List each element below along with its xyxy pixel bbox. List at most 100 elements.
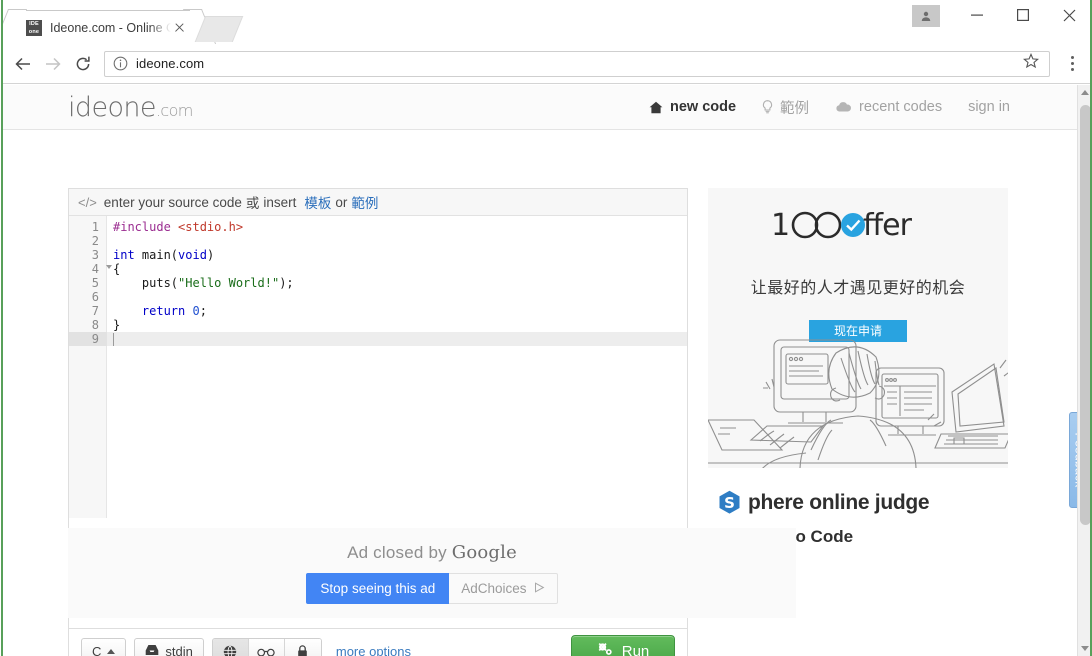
code-line: return 0; [113,304,207,318]
offer-tagline: 让最好的人才遇见更好的机会 [750,280,966,297]
page-viewport: ideone.com new code 範例 recent codes sign… [0,85,1092,656]
window-left-border-inner [0,0,1,656]
more-options-link[interactable]: more options [336,644,411,656]
scroll-up-arrow[interactable] [1081,90,1089,95]
address-bar[interactable]: ideone.com [104,50,1050,77]
code-token: #include [113,220,179,234]
code-token: <stdio.h> [178,220,244,234]
code-token: main( [134,248,179,262]
insert-template-link[interactable]: 模板 [304,192,331,212]
visibility-toggle-group [211,637,322,656]
browser-window: IDE one Ideone.com - Online C ideone.com… [0,0,1092,656]
svg-text:S: S [724,494,735,512]
logo-text: ideone [68,91,157,123]
ad-closed-buttons: Stop seeing this ad AdChoices [306,573,558,604]
code-token: void [178,248,207,262]
favicon-line-1: IDE [29,20,39,27]
stop-seeing-ad-button[interactable]: Stop seeing this ad [306,573,450,604]
code-token: ); [279,276,294,290]
ad-100offer[interactable]: 1 ffer 让最好的人才遇见更好的机会 现在申请 [708,188,1008,468]
site-header: ideone.com new code 範例 recent codes sign… [0,85,1092,130]
code-token: { [113,262,121,276]
window-close-button[interactable] [1046,0,1092,30]
tab-strip: IDE one Ideone.com - Online C [0,9,244,44]
code-line: } [113,318,120,332]
code-token: 0 [192,304,200,318]
text-caret [113,333,114,346]
forward-button[interactable] [38,49,68,79]
adchoices-triangle-icon [534,581,545,596]
editor-header-text-2: 或 [245,196,260,211]
code-line: #include <stdio.h> [113,220,243,234]
tab-title: Ideone.com - Online C [50,20,171,35]
site-logo[interactable]: ideone.com [68,94,193,121]
active-line-gutter-highlight [69,332,107,346]
line-number: 3 [91,248,99,262]
browser-tab[interactable]: IDE one Ideone.com - Online C [14,9,196,44]
editor-gutter: 123456789 [69,216,112,546]
run-label: Run [621,643,650,656]
code-line: { [113,262,120,276]
globe-icon[interactable] [212,638,249,656]
code-line: int main(void) [113,248,214,262]
profile-icon[interactable] [912,5,940,27]
minimize-button[interactable] [954,0,1000,30]
nav-label-sign-in: sign in [968,99,1010,115]
language-label: C [92,644,102,656]
nav-item-new-code[interactable]: new code [649,99,736,115]
code-token: puts( [113,276,179,290]
line-number: 6 [91,290,99,304]
code-text-area[interactable]: #include <stdio.h> int main(void){ puts("… [107,216,687,546]
nav-item-sign-in[interactable]: sign in [968,99,1010,115]
back-button[interactable] [8,49,38,79]
nav-item-examples[interactable]: 範例 [762,97,809,118]
cloud-icon [835,101,852,113]
bookmark-star-icon[interactable] [1022,52,1043,74]
ad-closed-brand: Google [451,542,517,563]
source-code-editor: </> enter your source code 或 insert 模板 o… [68,188,688,546]
lightbulb-icon [762,100,773,114]
line-number: 8 [91,318,99,332]
nav-label-new-code: new code [669,99,737,115]
code-tags-icon: </> [78,194,97,210]
page-info-icon[interactable] [113,56,128,71]
nav-label-examples: 範例 [780,100,810,117]
three-dot-menu-icon[interactable] [1060,49,1084,79]
glasses-icon[interactable] [248,638,285,656]
run-button[interactable]: Run [571,635,675,656]
scroll-down-arrow[interactable] [1081,646,1089,651]
code-line: puts("Hello World!"); [113,276,294,290]
reload-button[interactable] [68,49,98,79]
logo-suffix: .com [155,100,193,120]
insert-example-link[interactable]: 範例 [351,192,378,212]
caret-up-icon [107,649,116,654]
code-token: ) [206,248,215,262]
favicon-line-2: one [28,28,40,35]
editor-header: </> enter your source code 或 insert 模板 o… [69,189,687,216]
svg-text:1: 1 [771,208,789,242]
adchoices-button[interactable]: AdChoices [449,573,558,604]
nav-item-recent-codes[interactable]: recent codes [835,99,942,115]
browser-toolbar: ideone.com [0,44,1092,84]
maximize-button[interactable] [1000,0,1046,30]
stdin-label: stdin [165,644,193,656]
line-number: 5 [91,276,99,290]
adchoices-label: AdChoices [461,581,527,596]
lock-icon[interactable] [284,638,321,656]
language-selector[interactable]: C [81,637,127,656]
page-content: </> enter your source code 或 insert 模板 o… [0,130,1092,656]
svg-text:ffer: ffer [863,208,913,242]
tab-close-icon[interactable] [171,19,188,36]
url-text[interactable]: ideone.com [136,56,1023,71]
ad-closed-panel: Ad closed by Google Stop seeing this ad … [68,528,796,618]
browser-titlebar: IDE one Ideone.com - Online C [0,0,1092,44]
stdin-button[interactable]: stdin [134,637,204,656]
window-controls [912,0,1092,30]
code-token: return [141,304,186,318]
person-at-desk-illustration [708,328,1008,468]
line-number: 2 [91,234,99,248]
editor-body[interactable]: 123456789 #include <stdio.h> int main(voi… [69,216,687,546]
editor-toolbar: C stdin more options Run [68,628,688,656]
tab-favicon: IDE one [26,19,42,36]
